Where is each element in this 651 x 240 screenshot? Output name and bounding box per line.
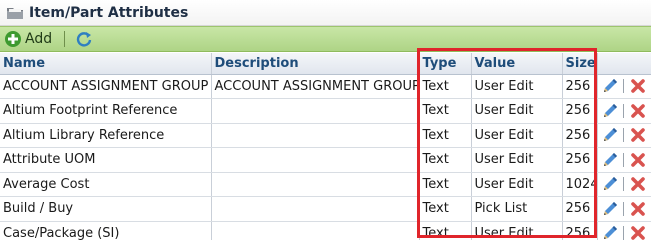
cell-description xyxy=(211,172,420,197)
cell-type: Text xyxy=(419,147,472,173)
cell-name: Average Cost xyxy=(0,172,212,197)
cell-actions xyxy=(597,123,651,148)
pencil-icon[interactable] xyxy=(601,77,619,95)
toolbar-separator xyxy=(64,31,66,47)
cell-actions xyxy=(597,74,651,99)
cell-type: Text xyxy=(419,221,472,240)
cell-name: Attribute UOM xyxy=(0,147,212,173)
cell-description xyxy=(211,221,420,240)
cell-value: User Edit xyxy=(471,221,563,240)
action-separator xyxy=(622,103,624,118)
cell-type: Text xyxy=(419,74,472,99)
table-row[interactable]: Altium Footprint Reference Text User Edi… xyxy=(0,98,651,124)
delete-icon[interactable] xyxy=(629,175,647,193)
cell-value: User Edit xyxy=(471,123,563,148)
cell-size: 1024 xyxy=(562,172,598,197)
cell-value: User Edit xyxy=(471,172,563,197)
cell-value: User Edit xyxy=(471,74,563,99)
cell-name: Build / Buy xyxy=(0,196,212,222)
table-row[interactable]: ACCOUNT ASSIGNMENT GROUP ACCOUNT ASSIGNM… xyxy=(0,74,651,99)
cell-size: 256 xyxy=(562,147,598,173)
table-row[interactable]: Attribute UOM Text User Edit 256 xyxy=(0,147,651,173)
table-header-row: Name Description Type Value Size xyxy=(0,53,651,75)
cell-actions xyxy=(597,196,651,222)
toolbar: Add xyxy=(0,26,651,52)
column-header-name[interactable]: Name xyxy=(0,53,212,75)
cell-actions xyxy=(597,221,651,240)
action-separator xyxy=(622,226,624,240)
column-header-size[interactable]: Size xyxy=(562,53,598,75)
cell-name: Case/Package (SI) xyxy=(0,221,212,240)
action-separator xyxy=(622,152,624,167)
cell-type: Text xyxy=(419,196,472,222)
cell-actions xyxy=(597,98,651,124)
table-row[interactable]: Case/Package (SI) Text User Edit 256 xyxy=(0,221,651,240)
cell-value: User Edit xyxy=(471,147,563,173)
column-header-type[interactable]: Type xyxy=(419,53,472,75)
cell-description xyxy=(211,147,420,173)
delete-icon[interactable] xyxy=(629,77,647,95)
cell-description xyxy=(211,98,420,124)
delete-icon[interactable] xyxy=(629,200,647,218)
delete-icon[interactable] xyxy=(629,151,647,169)
pencil-icon[interactable] xyxy=(601,175,619,193)
table-row[interactable]: Altium Library Reference Text User Edit … xyxy=(0,123,651,148)
cell-name: Altium Library Reference xyxy=(0,123,212,148)
cell-size: 256 xyxy=(562,221,598,240)
table-row[interactable]: Build / Buy Text Pick List 256 xyxy=(0,196,651,222)
cell-description xyxy=(211,196,420,222)
refresh-icon[interactable] xyxy=(75,30,93,48)
cell-size: 256 xyxy=(562,98,598,124)
cell-size: 256 xyxy=(562,74,598,99)
cell-description xyxy=(211,123,420,148)
pencil-icon[interactable] xyxy=(601,224,619,240)
cell-value: Pick List xyxy=(471,196,563,222)
title-bar: Item/Part Attributes xyxy=(0,0,651,26)
pencil-icon[interactable] xyxy=(601,102,619,120)
action-separator xyxy=(622,177,624,192)
action-separator xyxy=(622,79,624,94)
cell-type: Text xyxy=(419,172,472,197)
attributes-table: Name Description Type Value Size ACCOUNT… xyxy=(0,53,651,240)
add-circle-icon xyxy=(5,31,21,47)
delete-icon[interactable] xyxy=(629,224,647,240)
cell-description: ACCOUNT ASSIGNMENT GROUP xyxy=(211,74,420,99)
folder-icon xyxy=(7,7,23,19)
cell-value: User Edit xyxy=(471,98,563,124)
column-header-description[interactable]: Description xyxy=(211,53,420,75)
column-header-value[interactable]: Value xyxy=(471,53,563,75)
cell-type: Text xyxy=(419,123,472,148)
cell-name: ACCOUNT ASSIGNMENT GROUP xyxy=(0,74,212,99)
cell-actions xyxy=(597,172,651,197)
delete-icon[interactable] xyxy=(629,126,647,144)
window-title: Item/Part Attributes xyxy=(29,4,189,21)
add-button-label: Add xyxy=(25,31,53,47)
cell-actions xyxy=(597,147,651,173)
cell-type: Text xyxy=(419,98,472,124)
action-separator xyxy=(622,201,624,216)
cell-size: 256 xyxy=(562,123,598,148)
cell-size: 256 xyxy=(562,196,598,222)
table-row[interactable]: Average Cost Text User Edit 1024 xyxy=(0,172,651,197)
column-header-actions xyxy=(597,53,651,75)
delete-icon[interactable] xyxy=(629,102,647,120)
pencil-icon[interactable] xyxy=(601,151,619,169)
pencil-icon[interactable] xyxy=(601,200,619,218)
action-separator xyxy=(622,128,624,143)
add-button[interactable]: Add xyxy=(4,30,52,48)
cell-name: Altium Footprint Reference xyxy=(0,98,212,124)
pencil-icon[interactable] xyxy=(601,126,619,144)
